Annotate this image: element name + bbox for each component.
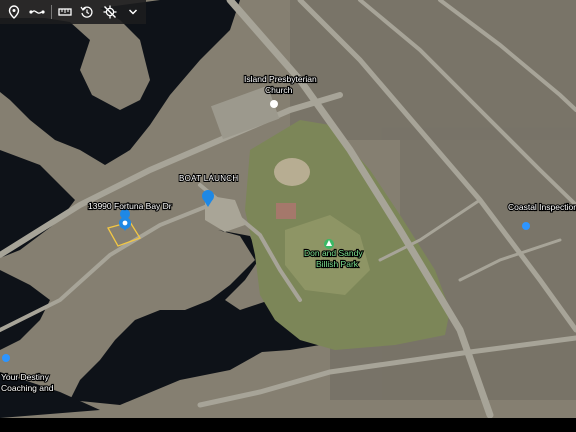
ruler-icon[interactable] [55,2,75,22]
park-label-line1: Don and Sandy [304,248,363,258]
business-label-left-line2: Coaching and [1,383,54,393]
business-poi-icon[interactable] [522,222,530,230]
bottom-black-band [0,418,576,432]
satellite-map[interactable]: Island Presbyterian Church BOAT LAUNCH 1… [0,0,576,432]
park-pavilion [276,203,296,219]
church-label-line2: Church [265,85,293,95]
boat-launch-label: BOAT LAUNCH [179,174,238,183]
church-poi-icon[interactable] [270,100,278,108]
chevron-down-icon[interactable] [123,2,143,22]
history-icon[interactable] [77,2,97,22]
business-label-left-line1: Your Destiny [1,372,50,382]
address-label: 13990 Fortuna Bay Dr [88,201,172,211]
business-poi-icon[interactable] [2,354,10,362]
park-dirt-field [274,158,310,186]
business-label-right: Coastal Inspections [508,202,576,212]
location-pin-icon[interactable] [4,2,24,22]
church-label-line1: Island Presbyterian [244,74,317,84]
map-toolbar [0,0,146,24]
toolbar-divider [50,5,52,19]
route-icon[interactable] [27,2,47,22]
park-label-line2: Billish Park [316,259,359,269]
no-gps-icon[interactable] [100,2,120,22]
